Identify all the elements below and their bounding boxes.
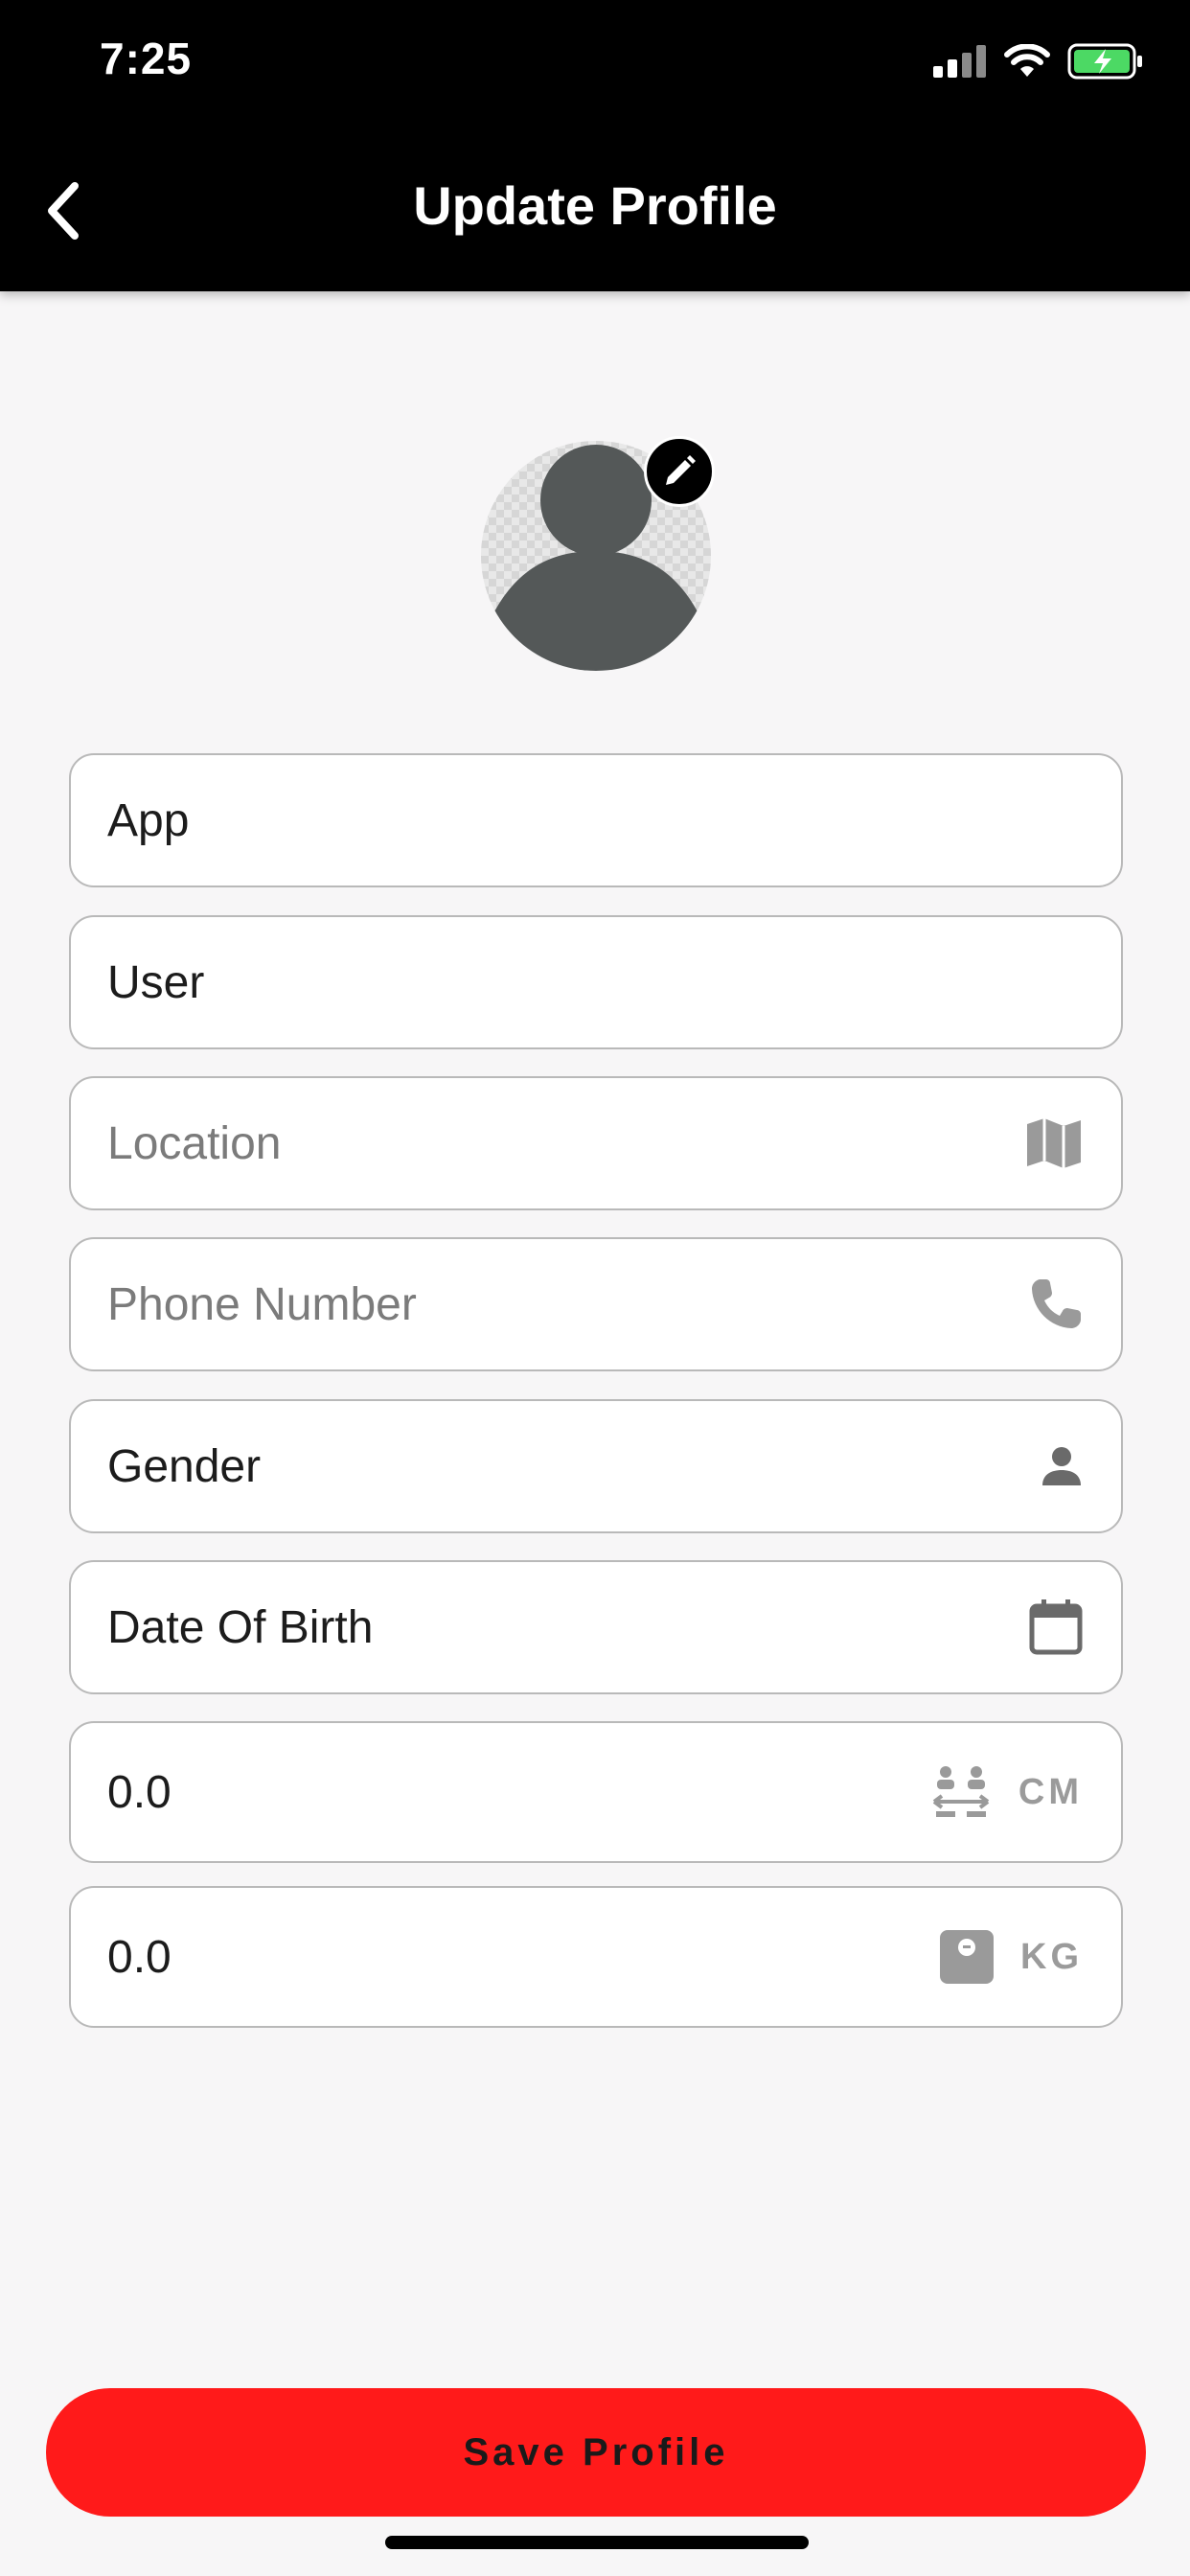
location-field[interactable]: Location [69,1076,1123,1210]
app-header: 7:25 Update Profile [0,0,1190,291]
phone-icon-wrap [1029,1277,1083,1331]
battery-icon [1067,43,1142,80]
height-icon [932,1766,990,1817]
height-value: 0.0 [107,1766,172,1818]
signal-icon [933,45,986,78]
dob-icon-wrap [1029,1598,1083,1656]
last-name-field[interactable]: User [69,915,1123,1049]
phone-field[interactable]: Phone Number [69,1237,1123,1371]
phone-icon [1032,1279,1081,1328]
status-icons [933,42,1144,80]
gender-icon-wrap [1041,1445,1083,1487]
save-profile-button[interactable]: Save Profile [46,2388,1146,2517]
avatar-section [481,436,715,671]
location-icon-wrap [1025,1116,1083,1170]
location-placeholder: Location [107,1117,282,1169]
weight-unit: KG [1020,1936,1083,1977]
page-title: Update Profile [413,175,777,236]
height-field[interactable]: 0.0 CM [69,1721,1123,1863]
calendar-icon [1029,1599,1083,1655]
weight-icon-wrap: KG [940,1930,1083,1984]
weight-scale-icon [940,1930,994,1984]
status-time: 7:25 [100,34,193,83]
weight-field[interactable]: 0.0 KG [69,1886,1123,2028]
person-icon [1042,1447,1081,1485]
wifi-icon [1004,44,1050,77]
home-indicator [385,2536,809,2549]
phone-placeholder: Phone Number [107,1278,417,1330]
edit-avatar-button[interactable] [644,436,715,507]
first-name-value: App [107,794,190,846]
gender-value: Gender [107,1440,262,1492]
dob-field[interactable]: Date Of Birth [69,1560,1123,1694]
first-name-field[interactable]: App [69,753,1123,887]
last-name-value: User [107,956,205,1008]
map-icon [1027,1118,1081,1168]
dob-value: Date Of Birth [107,1601,374,1653]
gender-field[interactable]: Gender [69,1399,1123,1533]
height-unit: CM [1018,1771,1083,1812]
height-icon-wrap: CM [930,1765,1083,1819]
pencil-icon [666,455,696,485]
weight-value: 0.0 [107,1931,172,1983]
